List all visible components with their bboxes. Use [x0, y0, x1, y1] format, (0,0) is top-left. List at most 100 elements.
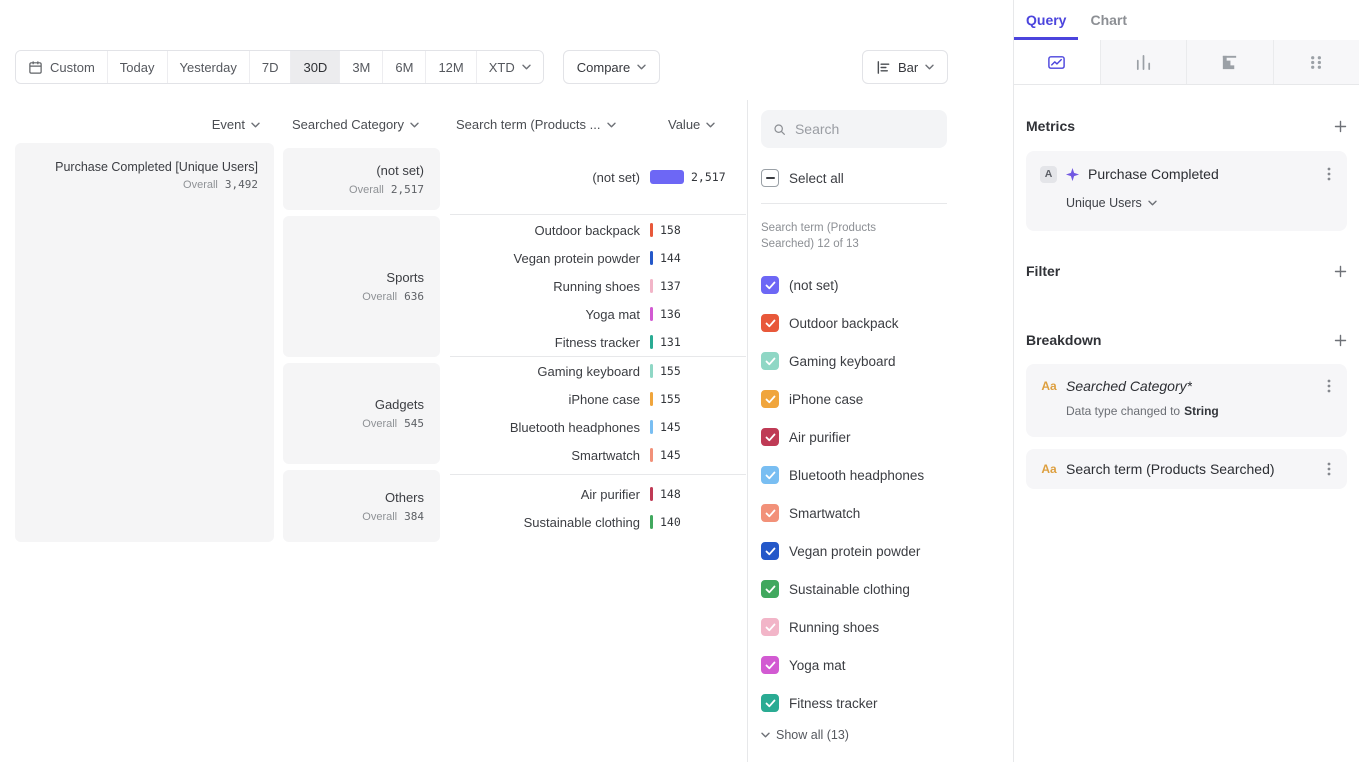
select-all-checkbox-indeterminate[interactable]: [761, 169, 779, 187]
term-row[interactable]: Vegan protein powder144: [450, 244, 681, 272]
checkbox-checked[interactable]: [761, 580, 779, 598]
compare-button[interactable]: Compare: [563, 50, 660, 84]
breakdown-card[interactable]: Aa Search term (Products Searched): [1026, 449, 1347, 489]
filter-item[interactable]: Fitness tracker: [761, 684, 1013, 722]
show-all-link[interactable]: Show all (13): [761, 728, 1013, 742]
overall-value: 636: [404, 290, 424, 303]
analysis-tab-insights[interactable]: [1014, 40, 1101, 84]
date-range-xtd[interactable]: XTD: [477, 51, 543, 83]
column-header-category[interactable]: Searched Category: [292, 117, 419, 132]
date-range-group: CustomTodayYesterday7D 30D 3M6M12MXTD: [15, 50, 544, 84]
overall-label: Overall: [362, 291, 397, 303]
date-range-30d[interactable]: 30D: [291, 51, 340, 83]
category-cell[interactable]: (not set) Overall 2,517: [283, 148, 440, 210]
filter-item[interactable]: Gaming keyboard: [761, 342, 1013, 380]
checkbox-checked[interactable]: [761, 276, 779, 294]
sidebar-tabs: Query Chart: [1014, 0, 1359, 40]
check-icon: [765, 395, 776, 404]
category-name: (not set): [376, 163, 424, 178]
term-row[interactable]: Yoga mat136: [450, 300, 681, 328]
filter-item[interactable]: Outdoor backpack: [761, 304, 1013, 342]
add-metric-button[interactable]: [1334, 120, 1347, 133]
term-label: Gaming keyboard: [450, 364, 640, 379]
check-icon: [765, 357, 776, 366]
filter-item-label: Bluetooth headphones: [789, 468, 924, 483]
checkbox-checked[interactable]: [761, 390, 779, 408]
analysis-tab-retention[interactable]: [1187, 40, 1274, 84]
filter-item[interactable]: Smartwatch: [761, 494, 1013, 532]
overall-value: 545: [404, 417, 424, 430]
checkbox-checked[interactable]: [761, 314, 779, 332]
date-range-7d[interactable]: 7D: [250, 51, 292, 83]
checkbox-checked[interactable]: [761, 352, 779, 370]
search-box[interactable]: [761, 110, 947, 148]
term-row[interactable]: Air purifier148: [450, 480, 681, 508]
search-input[interactable]: [795, 121, 935, 137]
check-icon: [765, 509, 776, 518]
checkbox-checked[interactable]: [761, 466, 779, 484]
filter-item[interactable]: Vegan protein powder: [761, 532, 1013, 570]
filter-item[interactable]: Running shoes: [761, 608, 1013, 646]
measure-selector[interactable]: Unique Users: [1066, 196, 1333, 210]
date-range-12m[interactable]: 12M: [426, 51, 476, 83]
checkbox-checked[interactable]: [761, 618, 779, 636]
filter-item[interactable]: iPhone case: [761, 380, 1013, 418]
term-row[interactable]: Outdoor backpack158: [450, 216, 681, 244]
category-cell[interactable]: SportsOverall636: [283, 216, 440, 357]
date-range-custom[interactable]: Custom: [16, 51, 108, 83]
term-row[interactable]: Running shoes137: [450, 272, 681, 300]
term-row[interactable]: Fitness tracker 131: [450, 328, 681, 356]
date-range-6m[interactable]: 6M: [383, 51, 426, 83]
add-breakdown-button[interactable]: [1334, 334, 1347, 347]
checkbox-checked[interactable]: [761, 656, 779, 674]
tab-chart[interactable]: Chart: [1078, 0, 1139, 40]
metrics-section-header: Metrics: [1026, 118, 1347, 134]
category-cell[interactable]: GadgetsOverall545: [283, 363, 440, 464]
metric-card[interactable]: A Purchase Completed Unique Users: [1026, 151, 1347, 231]
column-header-term[interactable]: Search term (Products ...: [456, 117, 616, 132]
analysis-tab-bars[interactable]: [1101, 40, 1188, 84]
term-value: 131: [660, 335, 681, 349]
filter-item[interactable]: Sustainable clothing: [761, 570, 1013, 608]
breakdown-menu-button[interactable]: [1325, 459, 1333, 479]
checkbox-checked[interactable]: [761, 542, 779, 560]
date-range-3m[interactable]: 3M: [340, 51, 383, 83]
column-header-event[interactable]: Event: [15, 117, 260, 132]
term-value: 144: [660, 251, 681, 265]
term-label: (not set): [450, 170, 640, 185]
date-range-yesterday[interactable]: Yesterday: [168, 51, 250, 83]
checkbox-checked[interactable]: [761, 694, 779, 712]
event-cell[interactable]: Purchase Completed [Unique Users] Overal…: [15, 143, 274, 542]
column-header-value[interactable]: Value: [668, 117, 715, 132]
select-all[interactable]: Select all: [761, 169, 1013, 187]
term-row[interactable]: Gaming keyboard155: [450, 357, 681, 385]
term-row[interactable]: Sustainable clothing140: [450, 508, 681, 536]
analysis-tab-flows[interactable]: [1274, 40, 1359, 84]
date-range-label: 30D: [303, 60, 327, 75]
term-row[interactable]: Smartwatch145: [450, 441, 681, 469]
filter-item[interactable]: (not set): [761, 266, 1013, 304]
event-name: Purchase Completed [Unique Users]: [31, 159, 258, 175]
breakdown-card[interactable]: Aa Searched Category* Data type changed …: [1026, 364, 1347, 437]
checkbox-checked[interactable]: [761, 428, 779, 446]
overall-label: Overall: [349, 184, 384, 196]
query-builder: Metrics A Purchase Completed Unique User…: [1014, 118, 1359, 489]
checkbox-checked[interactable]: [761, 504, 779, 522]
category-cell[interactable]: OthersOverall384: [283, 470, 440, 542]
overall-value: 2,517: [391, 183, 424, 196]
date-range-today[interactable]: Today: [108, 51, 168, 83]
filter-item[interactable]: Bluetooth headphones: [761, 456, 1013, 494]
tab-query[interactable]: Query: [1014, 0, 1078, 40]
breakdown-property-name: Search term (Products Searched): [1066, 461, 1275, 477]
term-label: Fitness tracker: [450, 335, 640, 350]
column-header-label: Search term (Products ...: [456, 117, 601, 132]
breakdown-menu-button[interactable]: [1325, 376, 1333, 396]
metric-menu-button[interactable]: [1325, 164, 1333, 184]
term-row[interactable]: (not set)2,517: [450, 163, 726, 191]
filter-item[interactable]: Yoga mat: [761, 646, 1013, 684]
filter-item[interactable]: Air purifier: [761, 418, 1013, 456]
term-row[interactable]: iPhone case155: [450, 385, 681, 413]
term-value: 136: [660, 307, 681, 321]
add-filter-button[interactable]: [1334, 265, 1347, 278]
term-row[interactable]: Bluetooth headphones145: [450, 413, 681, 441]
